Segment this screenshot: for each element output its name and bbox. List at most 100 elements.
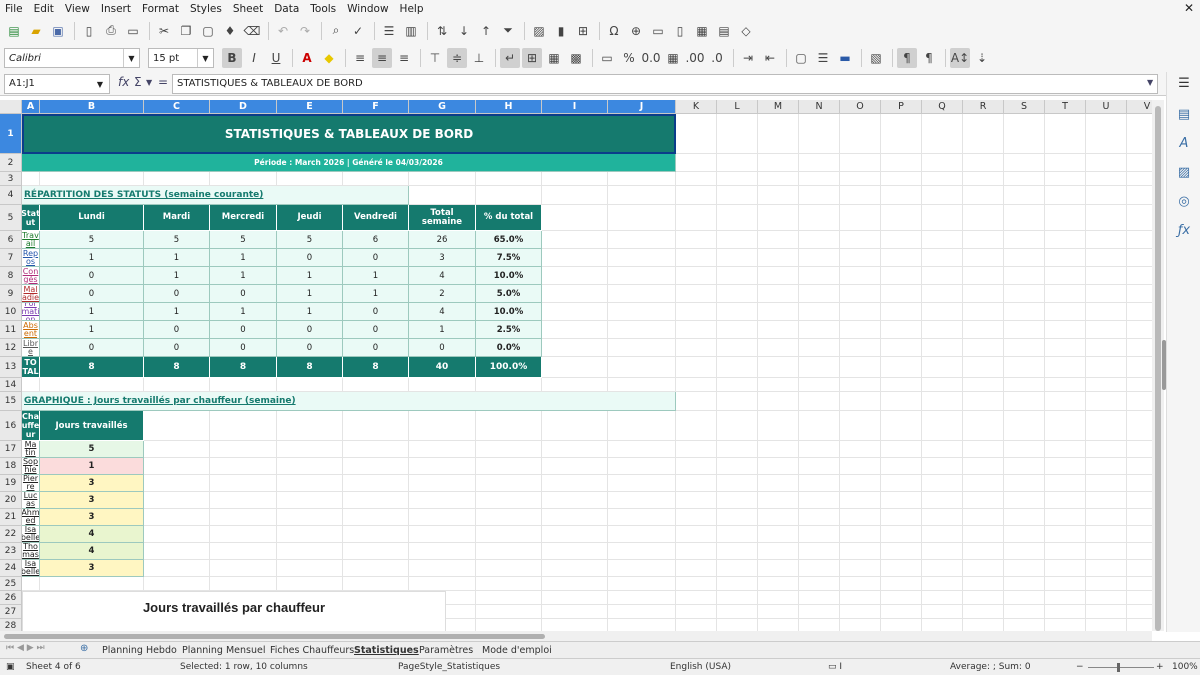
find-replace-icon[interactable]: ⌕ [326, 21, 346, 41]
insert-image-icon[interactable]: ▨ [529, 21, 549, 41]
special-character-icon[interactable]: Ω [604, 21, 624, 41]
row-header-5[interactable]: 5 [0, 205, 22, 231]
row-header-24[interactable]: 24 [0, 560, 22, 577]
column-header-q[interactable]: Q [922, 100, 963, 114]
decrease-indent-icon[interactable]: ⇤ [760, 48, 780, 68]
status-data-cell[interactable]: 2.5% [476, 321, 542, 339]
align-bottom-icon[interactable]: ⊥ [469, 48, 489, 68]
row-header-13[interactable]: 13 [0, 357, 22, 378]
tab-planning-mensuel[interactable]: Planning Mensuel [182, 643, 265, 658]
increase-indent-icon[interactable]: ⇥ [738, 48, 758, 68]
spreadsheet-grid[interactable]: A B C D E F G H I J K L M N O P Q R S T U V 1 2 3 4 5 6 7 8 9 10 11 12 13 1… [0, 100, 1152, 631]
tab-mode-emploi[interactable]: Mode d'emploi [482, 643, 552, 658]
column-header-i[interactable]: I [542, 100, 608, 114]
status-data-cell[interactable]: 1 [144, 249, 210, 267]
tab-statistiques[interactable]: Statistiques [354, 643, 419, 658]
add-decimal-icon[interactable]: .00 [685, 48, 705, 68]
status-data-cell[interactable]: 26 [409, 231, 476, 249]
column-header-v[interactable]: V [1127, 100, 1152, 114]
column-header-p[interactable]: P [881, 100, 922, 114]
status-data-cell[interactable]: Mal adie [22, 285, 40, 303]
wrap-text-icon[interactable]: ↵ [500, 48, 520, 68]
row-header-14[interactable]: 14 [0, 378, 22, 392]
status-data-cell[interactable]: 1 [343, 285, 409, 303]
styles-icon[interactable]: A [1175, 136, 1193, 154]
menu-styles[interactable]: Styles [190, 3, 222, 15]
print-preview-icon[interactable]: ▭ [123, 21, 143, 41]
spelling-icon[interactable]: ✓ [348, 21, 368, 41]
status-header-cell[interactable]: Vendredi [343, 205, 409, 231]
chevron-down-icon[interactable]: ▼ [91, 75, 109, 93]
functions-icon[interactable]: ƒx [1175, 223, 1193, 241]
row-header-4[interactable]: 4 [0, 186, 22, 205]
chevron-down-icon[interactable]: ▼ [146, 78, 152, 87]
row-header-26[interactable]: 26 [0, 591, 22, 605]
border-style-icon[interactable]: ☰ [813, 48, 833, 68]
define-print-area-icon[interactable]: ▦ [692, 21, 712, 41]
date-format-icon[interactable]: ▦ [663, 48, 683, 68]
sort-descending-icon[interactable]: ↑ [476, 21, 496, 41]
menu-help[interactable]: Help [400, 3, 424, 15]
column-header-c[interactable]: C [144, 100, 210, 114]
print-icon[interactable]: ⎙ [101, 21, 121, 41]
sort-icon[interactable]: ⇅ [432, 21, 452, 41]
row-header-2[interactable]: 2 [0, 154, 22, 172]
add-sheet-icon[interactable]: ⊕ [80, 643, 88, 654]
zoom-slider-handle[interactable] [1117, 663, 1120, 672]
driver-header-cell[interactable]: Cha uffe ur [22, 411, 40, 441]
driver-days-cell[interactable]: 4 [40, 526, 144, 543]
status-data-cell[interactable]: 5 [40, 231, 144, 249]
merge-center-icon[interactable]: ⊞ [522, 48, 542, 68]
status-data-cell[interactable]: 0 [210, 321, 277, 339]
driver-header-cell[interactable]: Jours travaillés [40, 411, 144, 441]
underline-button[interactable]: U [266, 48, 286, 68]
expand-formula-icon[interactable]: ▼ [1147, 78, 1153, 87]
menu-window[interactable]: Window [347, 3, 388, 15]
bold-button[interactable]: B [222, 48, 242, 68]
status-data-cell[interactable]: 0 [343, 321, 409, 339]
status-total-cell[interactable]: 100.0% [476, 357, 542, 378]
row-header-8[interactable]: 8 [0, 267, 22, 285]
row-header-6[interactable]: 6 [0, 231, 22, 249]
export-pdf-icon[interactable]: ▯ [79, 21, 99, 41]
vertical-stack-icon[interactable]: ⇣ [972, 48, 992, 68]
column-header-o[interactable]: O [840, 100, 881, 114]
status-total-cell[interactable]: TO TAL [22, 357, 40, 378]
status-data-cell[interactable]: 2 [409, 285, 476, 303]
row-header-9[interactable]: 9 [0, 285, 22, 303]
close-icon[interactable]: ✕ [1184, 1, 1194, 15]
driver-days-cell[interactable]: 3 [40, 492, 144, 509]
properties-icon[interactable]: ▤ [1175, 107, 1193, 125]
align-top-icon[interactable]: ⊤ [425, 48, 445, 68]
status-data-cell[interactable]: 0 [210, 285, 277, 303]
status-data-cell[interactable]: For mati on [22, 303, 40, 321]
status-data-cell[interactable]: 5 [277, 231, 343, 249]
status-header-cell[interactable]: Total semaine [409, 205, 476, 231]
status-data-cell[interactable]: 0 [343, 339, 409, 357]
status-data-cell[interactable]: 1 [210, 303, 277, 321]
driver-name-cell[interactable]: Pier re [22, 475, 40, 492]
tab-parametres[interactable]: Paramètres [419, 643, 473, 658]
navigator-icon[interactable]: ◎ [1175, 194, 1193, 212]
row-header-21[interactable]: 21 [0, 509, 22, 526]
formula-icon[interactable]: = [158, 75, 168, 89]
gallery-icon[interactable]: ▨ [1175, 165, 1193, 183]
status-data-cell[interactable]: 1 [409, 321, 476, 339]
status-data-cell[interactable]: 5 [210, 231, 277, 249]
status-data-cell[interactable]: Rep os [22, 249, 40, 267]
selection-mode-icon[interactable]: ▭ I [828, 662, 842, 672]
column-header-h[interactable]: H [476, 100, 542, 114]
status-data-cell[interactable]: 5 [144, 231, 210, 249]
row-header-7[interactable]: 7 [0, 249, 22, 267]
status-data-cell[interactable]: Con gés [22, 267, 40, 285]
status-total-cell[interactable]: 40 [409, 357, 476, 378]
freeze-rows-icon[interactable]: ▤ [714, 21, 734, 41]
italic-button[interactable]: I [244, 48, 264, 68]
align-right-icon[interactable]: ≡ [394, 48, 414, 68]
number-format-icon[interactable]: 0.0 [641, 48, 661, 68]
status-data-cell[interactable]: 0 [409, 339, 476, 357]
sort-ascending-icon[interactable]: ↓ [454, 21, 474, 41]
status-data-cell[interactable]: 0 [40, 285, 144, 303]
column-icon[interactable]: ▥ [401, 21, 421, 41]
status-total-cell[interactable]: 8 [210, 357, 277, 378]
